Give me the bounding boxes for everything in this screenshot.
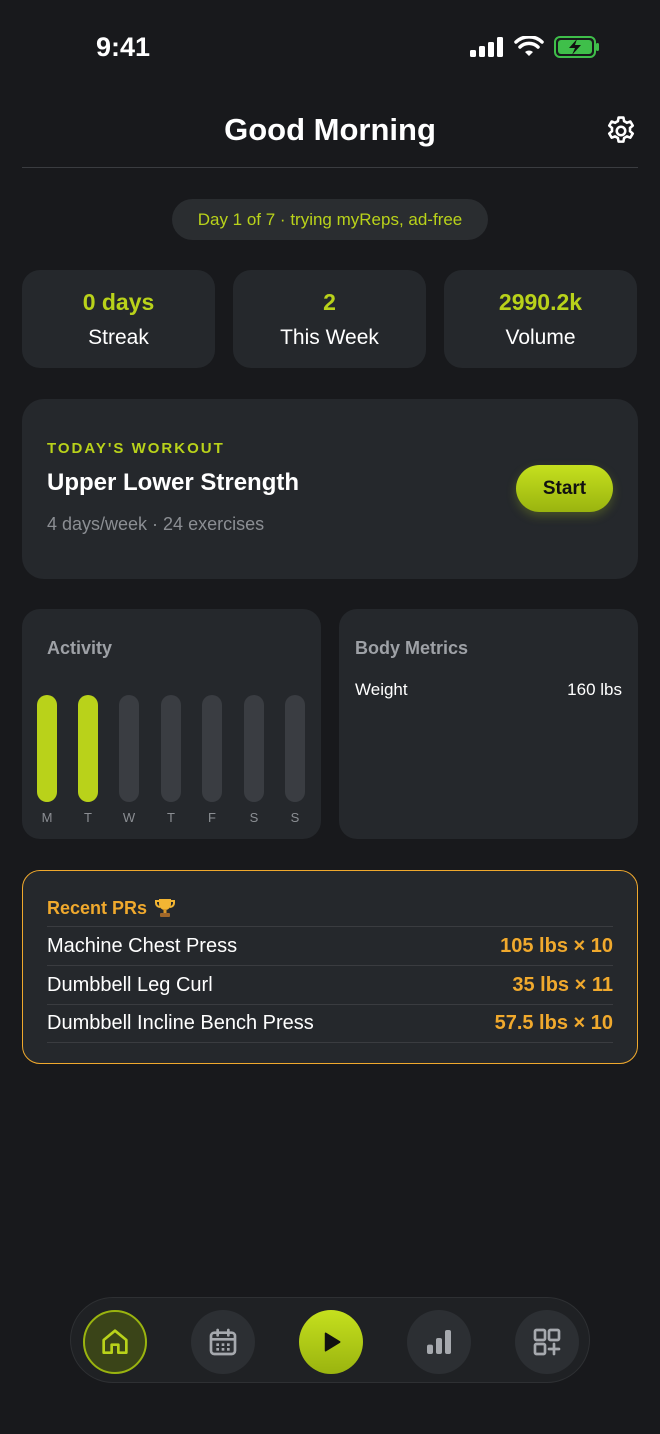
activity-day-label: S (290, 810, 300, 825)
activity-day-label: T (84, 810, 92, 825)
pr-value: 105 lbs × 10 (500, 934, 613, 957)
pr-value: 57.5 lbs × 10 (494, 1012, 613, 1034)
metric-value: 160 lbs (567, 680, 622, 699)
workout-subtitle: 4 days/week · 24 exercises (47, 514, 265, 534)
pr-row[interactable]: Dumbbell Leg Curl 35 lbs × 11 (47, 965, 613, 1004)
stat-card-this-week: 2 This Week (233, 270, 426, 368)
activity-bar-0 (37, 695, 57, 802)
trial-banner[interactable]: Day 1 of 7 · trying myReps, ad-free (172, 199, 488, 240)
stat-value: 2990.2k (498, 289, 583, 315)
workout-eyebrow: TODAY'S WORKOUT (47, 440, 225, 457)
activity-day-label: S (249, 810, 259, 825)
activity-day-label: M (41, 810, 53, 825)
stat-value: 0 days (82, 289, 155, 315)
activity-bar-4 (202, 695, 222, 802)
workout-title: Upper Lower Strength (47, 469, 300, 496)
activity-day-label: W (122, 810, 136, 825)
page-title: Good Morning (224, 112, 436, 147)
metric-label: Weight (355, 680, 408, 699)
wifi-icon (514, 36, 544, 56)
stat-label: Streak (88, 326, 149, 349)
activity-day-label: T (167, 810, 175, 825)
stat-label: This Week (280, 326, 379, 349)
todays-workout-card[interactable]: TODAY'S WORKOUT Upper Lower Strength 4 d… (22, 399, 638, 579)
grid-plus-icon (533, 1328, 561, 1356)
battery-charging-icon (554, 36, 599, 58)
activity-bars: MTWTFSS (22, 609, 321, 839)
activity-bar-6 (285, 695, 305, 802)
pr-exercise: Dumbbell Leg Curl (47, 973, 213, 996)
stat-label: Volume (505, 326, 576, 349)
pr-row[interactable]: Machine Chest Press 105 lbs × 10 (47, 926, 613, 965)
gear-icon (607, 116, 635, 143)
metric-row-weight: Weight 160 lbs (355, 680, 622, 700)
stat-value: 2 (323, 289, 336, 315)
pr-exercise: Dumbbell Incline Bench Press (47, 1012, 314, 1034)
pr-exercise: Machine Chest Press (47, 934, 238, 957)
recent-prs-card[interactable]: Recent PRs Machine Chest Press 105 lbs ×… (22, 870, 638, 1064)
bottom-tab-bar (70, 1297, 590, 1383)
calendar-icon (209, 1328, 237, 1356)
status-time: 9:41 (96, 32, 151, 62)
tab-calendar[interactable] (191, 1310, 255, 1374)
pr-row[interactable]: Dumbbell Incline Bench Press 57.5 lbs × … (47, 1004, 613, 1043)
header: Good Morning (22, 100, 638, 168)
tab-more[interactable] (515, 1310, 579, 1374)
bar-chart-icon (427, 1330, 451, 1354)
trophy-icon (155, 899, 176, 917)
activity-bar-2 (119, 695, 139, 802)
start-workout-button[interactable]: Start (516, 465, 613, 512)
activity-day-label: F (208, 810, 216, 825)
cellular-signal-icon (470, 37, 503, 57)
recent-prs-label: Recent PRs (47, 897, 148, 918)
tab-home[interactable] (83, 1310, 147, 1374)
tab-stats[interactable] (407, 1310, 471, 1374)
recent-prs-title: Recent PRs (47, 896, 177, 920)
tab-play[interactable] (299, 1310, 363, 1374)
settings-button[interactable] (604, 114, 638, 148)
home-icon (102, 1329, 128, 1354)
body-metrics-card[interactable]: Body Metrics Weight 160 lbs (339, 609, 638, 839)
stat-card-streak: 0 days Streak (22, 270, 215, 368)
body-metrics-title: Body Metrics (355, 638, 469, 658)
stat-card-volume: 2990.2k Volume (444, 270, 637, 368)
status-bar: 9:41 (0, 0, 660, 90)
play-icon (324, 1332, 341, 1352)
pr-value: 35 lbs × 11 (512, 973, 613, 996)
activity-bar-1 (78, 695, 98, 802)
activity-card[interactable]: Activity MTWTFSS (22, 609, 321, 839)
status-icons (470, 36, 600, 58)
activity-bar-3 (161, 695, 181, 802)
activity-bar-5 (244, 695, 264, 802)
